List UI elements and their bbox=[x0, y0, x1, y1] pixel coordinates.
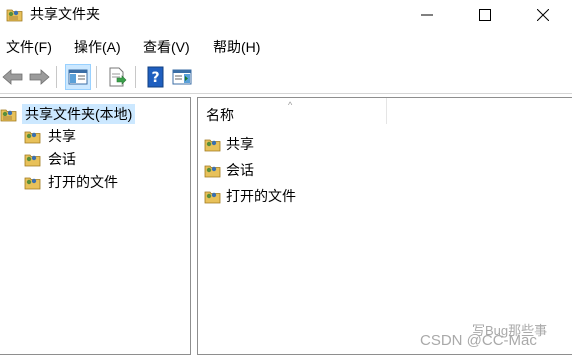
tree-root-label: 共享文件夹(本地) bbox=[22, 104, 136, 124]
show-hide-action-pane-button[interactable] bbox=[170, 65, 194, 89]
close-button[interactable] bbox=[520, 0, 566, 30]
back-button[interactable] bbox=[1, 65, 25, 89]
window-title: 共享文件夹 bbox=[30, 6, 100, 22]
forward-button[interactable] bbox=[27, 65, 51, 89]
toolbar-divider bbox=[0, 93, 572, 94]
title-bar: 共享文件夹 bbox=[0, 0, 572, 30]
list-item-label: 共享 bbox=[226, 136, 254, 152]
list-item-label: 打开的文件 bbox=[226, 188, 296, 204]
shares-folder-icon bbox=[204, 139, 221, 152]
help-book-icon: ? bbox=[147, 66, 164, 88]
menu-action[interactable]: 操作(A) bbox=[74, 38, 121, 56]
shares-folder-icon bbox=[24, 131, 41, 144]
column-header[interactable]: ^ 名称 bbox=[198, 98, 572, 124]
details-list-pane[interactable]: ^ 名称 共享 会话 打开的文件 bbox=[197, 97, 572, 355]
tree-item-label: 共享 bbox=[48, 128, 76, 144]
toolbar: ? bbox=[0, 62, 572, 92]
menu-view[interactable]: 查看(V) bbox=[143, 38, 190, 56]
maximize-icon bbox=[479, 9, 491, 21]
tree-item-label: 打开的文件 bbox=[48, 174, 118, 190]
close-icon bbox=[537, 9, 549, 21]
shared-folders-app-icon bbox=[6, 9, 23, 22]
minimize-button[interactable] bbox=[404, 0, 450, 30]
action-pane-icon bbox=[172, 69, 192, 85]
list-item-label: 会话 bbox=[226, 162, 254, 178]
forward-arrow-icon bbox=[29, 69, 50, 85]
column-name-header[interactable]: 名称 bbox=[206, 105, 234, 125]
export-list-icon bbox=[109, 67, 127, 87]
menu-file[interactable]: 文件(F) bbox=[6, 38, 52, 56]
menu-bar: 文件(F) 操作(A) 查看(V) 帮助(H) bbox=[0, 34, 572, 60]
watermark-text: CSDN @CC-Mac bbox=[420, 332, 537, 349]
open-files-folder-icon bbox=[204, 191, 221, 204]
toolbar-separator bbox=[96, 66, 97, 88]
minimize-icon bbox=[421, 14, 433, 16]
maximize-button[interactable] bbox=[462, 0, 508, 30]
toolbar-separator bbox=[56, 66, 57, 88]
toolbar-separator bbox=[135, 66, 136, 88]
export-list-button[interactable] bbox=[105, 65, 129, 89]
sort-ascending-icon: ^ bbox=[288, 100, 293, 110]
shared-folders-icon bbox=[0, 109, 17, 122]
column-divider[interactable] bbox=[386, 98, 387, 124]
back-arrow-icon bbox=[2, 69, 23, 85]
console-tree-pane[interactable]: 共享文件夹(本地) 共享 会话 打开的文件 bbox=[0, 97, 191, 355]
svg-text:?: ? bbox=[151, 70, 159, 86]
open-files-folder-icon bbox=[24, 177, 41, 190]
tree-item-label: 会话 bbox=[48, 151, 76, 167]
help-button[interactable]: ? bbox=[144, 65, 168, 89]
show-hide-console-tree-button[interactable] bbox=[65, 64, 91, 90]
sessions-folder-icon bbox=[24, 154, 41, 167]
menu-help[interactable]: 帮助(H) bbox=[213, 38, 260, 56]
sessions-folder-icon bbox=[204, 165, 221, 178]
console-tree-icon bbox=[68, 69, 88, 85]
